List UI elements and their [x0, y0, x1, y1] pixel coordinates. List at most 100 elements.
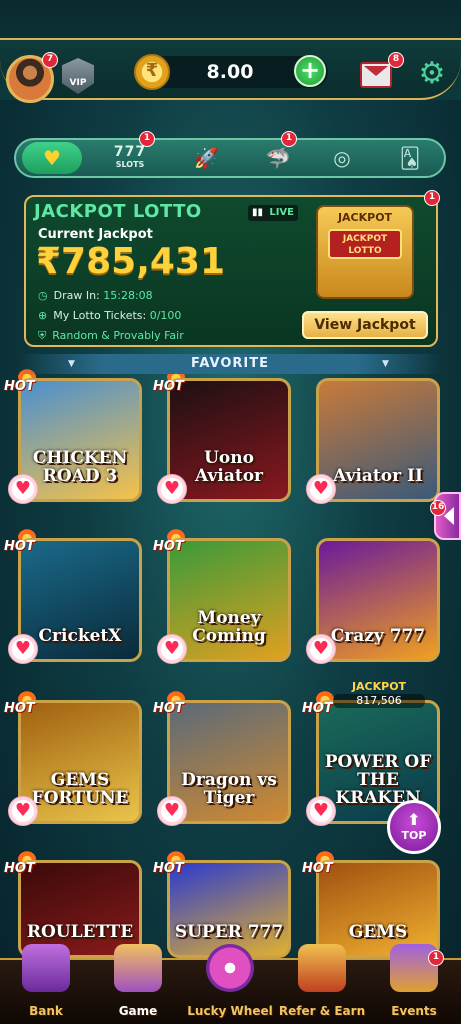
bottom-nav: Bank Game Lucky Wheel Refer & Earn Event…	[0, 944, 461, 1024]
lotto-title: JACKPOT LOTTO	[34, 201, 202, 222]
game-title: Dragon vs Tiger	[181, 770, 277, 808]
nav-refer[interactable]: Refer & Earn	[276, 944, 368, 1024]
balance-amount: 8.00	[206, 61, 254, 83]
mail-icon[interactable]	[360, 62, 392, 88]
current-jackpot-label: Current Jackpot	[38, 227, 153, 242]
draw-row: ◷ Draw In: 15:28:08	[38, 289, 153, 302]
game-title: SUPER 777	[174, 922, 284, 942]
nav-game-label: Game	[118, 1004, 158, 1018]
draw-timer: 15:28:08	[103, 289, 153, 302]
favorite-heart-icon[interactable]: ♥	[306, 796, 336, 826]
chevron-down-icon: ▼	[382, 359, 389, 369]
fair-row: ⛨ Random & Provably Fair	[38, 329, 184, 343]
slot-machine-icon	[114, 944, 162, 992]
nav-lucky-wheel[interactable]: Lucky Wheel	[184, 944, 276, 1024]
hot-badge: HOT	[302, 848, 346, 880]
nav-refer-label: Refer & Earn	[278, 1004, 366, 1018]
jackpot-lotto-card[interactable]: JACKPOT LOTTO ▮▮ LIVE Current Jackpot ₹7…	[24, 195, 438, 347]
arrow-up-icon: ⬆	[407, 810, 421, 829]
game-title: CricketX	[38, 626, 122, 646]
nav-bank-label: Bank	[29, 1004, 63, 1018]
tab-crash[interactable]: 🚀	[176, 142, 236, 174]
hot-badge: HOT	[153, 688, 197, 720]
game-title: Money Coming	[192, 608, 266, 646]
favorite-title: FAVORITE	[190, 356, 270, 371]
tab-cards[interactable]: 🂡	[380, 142, 440, 174]
side-badge: 16	[430, 500, 446, 516]
events-badge: 1	[428, 950, 444, 966]
hot-badge: HOT	[4, 688, 48, 720]
machine-top-label: JACKPOT	[337, 211, 393, 224]
tab-favorite[interactable]: ♥	[22, 142, 82, 174]
tab-roulette[interactable]: ◎	[312, 142, 372, 174]
gear-icon[interactable]: ⚙	[416, 58, 448, 90]
kraken-jackpot: JACKPOT 817,506	[320, 680, 438, 714]
tab-fishing[interactable]: 🦈	[248, 142, 308, 174]
coin-icon: ₹	[134, 54, 170, 90]
nav-events[interactable]: Events	[368, 944, 460, 1024]
jackpot-amount: ₹785,431	[36, 241, 226, 282]
avatar-badge: 7	[42, 52, 58, 68]
megaphone-icon	[298, 944, 346, 992]
tab-slots[interactable]: 777 SLOTS	[100, 142, 160, 174]
hot-badge: HOT	[4, 526, 48, 558]
tickets-row: ⊕ My Lotto Tickets: 0/100	[38, 309, 181, 322]
nav-events-label: Events	[391, 1004, 437, 1018]
mail-badge: 8	[388, 52, 404, 68]
hot-badge: HOT	[153, 526, 197, 558]
kraken-jackpot-value: 817,506	[333, 694, 425, 708]
slots-badge: 1	[139, 131, 155, 147]
roulette-icon: ◎	[333, 146, 351, 170]
tickets-value: 0/100	[149, 309, 182, 322]
top-label: TOP	[401, 829, 427, 842]
add-funds-button[interactable]: +	[294, 55, 326, 87]
ticket-icon: ⊕	[38, 309, 48, 322]
live-indicator: ▮▮ LIVE	[248, 205, 298, 221]
game-title: Uono Aviator	[195, 448, 263, 486]
hot-badge: HOT	[153, 366, 197, 398]
favorite-heart-icon[interactable]: ♥	[8, 634, 38, 664]
lotto-machine-image: JACKPOT JACKPOT LOTTO	[316, 205, 414, 299]
favorite-heart-icon[interactable]: ♥	[8, 796, 38, 826]
clock-icon: ◷	[38, 289, 48, 302]
scroll-top-button[interactable]: ⬆ TOP	[387, 800, 441, 854]
shield-icon: ⛨	[38, 329, 47, 342]
nav-lucky-wheel-label: Lucky Wheel	[187, 1004, 273, 1018]
game-title: GEMS FORTUNE	[31, 770, 129, 808]
favorite-heart-icon[interactable]: ♥	[157, 474, 187, 504]
slots-number: 777	[113, 144, 147, 160]
hot-badge: HOT	[4, 848, 48, 880]
signal-icon: ▮▮	[252, 207, 264, 218]
favorite-heart-icon[interactable]: ♥	[8, 474, 38, 504]
game-title: Crazy 777	[330, 626, 426, 646]
favorite-heart-icon[interactable]: ♥	[306, 474, 336, 504]
view-jackpot-button[interactable]: View Jackpot	[302, 311, 428, 339]
category-tabs: ♥ 777 SLOTS 🚀 🦈 ◎ 🂡	[14, 138, 446, 178]
cards-icon: 🂡	[399, 146, 421, 170]
game-title: CHICKEN ROAD 3	[32, 448, 128, 486]
hot-badge: HOT	[4, 366, 48, 398]
favorite-header: ▼ FAVORITE ▼	[18, 354, 442, 374]
hot-badge: HOT	[153, 848, 197, 880]
rocket-icon: 🚀	[193, 146, 219, 170]
game-title: Aviator II	[333, 466, 423, 486]
kraken-jackpot-label: JACKPOT	[351, 680, 407, 693]
tickets-label: My Lotto Tickets:	[53, 309, 147, 322]
heart-icon: ♥	[43, 146, 61, 170]
bank-icon	[22, 944, 70, 992]
machine-screen: JACKPOT LOTTO	[328, 229, 402, 259]
game-title: GEMS	[348, 922, 408, 942]
fishing-badge: 1	[281, 131, 297, 147]
favorite-heart-icon[interactable]: ♥	[157, 796, 187, 826]
favorite-heart-icon[interactable]: ♥	[306, 634, 336, 664]
slots-label: SLOTS	[115, 160, 145, 169]
live-label: LIVE	[269, 207, 294, 218]
draw-label: Draw In:	[53, 289, 100, 302]
fair-label: Random & Provably Fair	[52, 329, 184, 342]
shark-icon: 🦈	[265, 146, 291, 170]
lotto-badge: 1	[424, 190, 440, 206]
nav-bank[interactable]: Bank	[0, 944, 92, 1024]
game-title: ROULETTE	[26, 922, 134, 942]
nav-game[interactable]: Game	[92, 944, 184, 1024]
favorite-heart-icon[interactable]: ♥	[157, 634, 187, 664]
